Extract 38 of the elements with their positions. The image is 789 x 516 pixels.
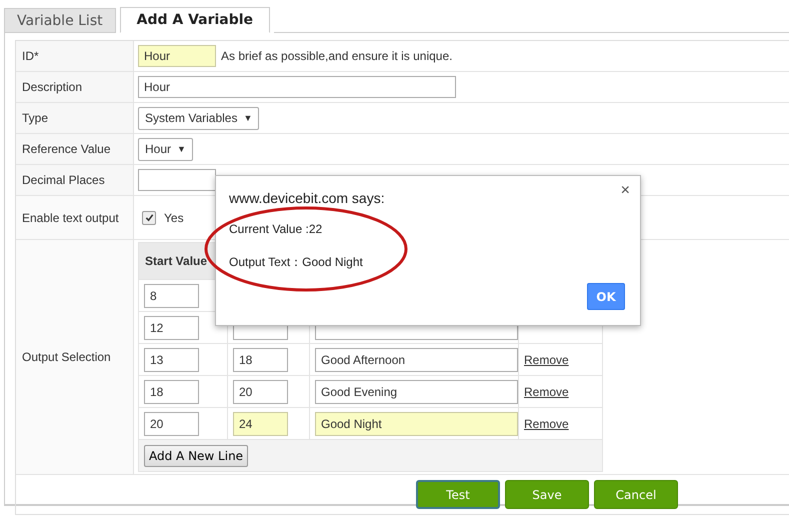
input-field[interactable]: 13 bbox=[144, 348, 199, 372]
field-label: Description bbox=[22, 79, 82, 96]
input-field[interactable]: 18 bbox=[144, 380, 199, 404]
remove-link[interactable]: Remove bbox=[524, 384, 569, 398]
input-field[interactable]: 8 bbox=[144, 284, 199, 308]
remove-link[interactable]: Remove bbox=[524, 416, 569, 430]
input-field[interactable]: 20 bbox=[233, 380, 288, 404]
input-field[interactable]: 18 bbox=[233, 348, 288, 372]
dropdown[interactable]: Hour ▼ bbox=[138, 138, 193, 160]
input-field[interactable]: Hour bbox=[138, 45, 216, 67]
input-field[interactable]: 20 bbox=[144, 412, 199, 436]
input-field[interactable]: Good Evening bbox=[315, 380, 518, 404]
remove-link[interactable]: Remove bbox=[524, 352, 569, 366]
add-line-button[interactable]: Add A New Line bbox=[144, 444, 248, 466]
input-field[interactable]: Good Night bbox=[315, 412, 518, 436]
checkbox[interactable] bbox=[142, 210, 156, 224]
dialog-message: Current Value :22 bbox=[229, 222, 324, 236]
input-field[interactable] bbox=[138, 169, 216, 191]
dropdown[interactable]: System Variables ▼ bbox=[138, 106, 260, 130]
field-label: Output Selection bbox=[22, 349, 111, 366]
input-field[interactable]: 12 bbox=[144, 316, 199, 340]
field-label: Type bbox=[22, 110, 48, 127]
dialog-title: www.devicebit.com says: bbox=[229, 190, 385, 206]
input-field[interactable]: Hour bbox=[138, 76, 456, 98]
field-label: ID* bbox=[22, 48, 39, 65]
input-field[interactable]: 24 bbox=[233, 412, 288, 436]
dialog-message: Output Text：Good Night bbox=[229, 254, 364, 271]
hint-text: As brief as possible,and ensure it is unique. bbox=[221, 49, 452, 63]
field-label: Decimal Places bbox=[22, 172, 105, 189]
tab[interactable]: Add A Variable bbox=[120, 7, 270, 33]
column-header: Start Value bbox=[144, 254, 208, 268]
checkbox-label: Yes bbox=[164, 210, 184, 224]
tab[interactable]: Variable List bbox=[4, 8, 116, 33]
field-label: Enable text output bbox=[22, 210, 119, 226]
input-field[interactable]: Good Afternoon bbox=[315, 348, 518, 372]
checkmark-icon bbox=[144, 213, 154, 222]
field-label: Reference Value bbox=[22, 141, 110, 158]
close-button[interactable]: × bbox=[618, 182, 632, 200]
